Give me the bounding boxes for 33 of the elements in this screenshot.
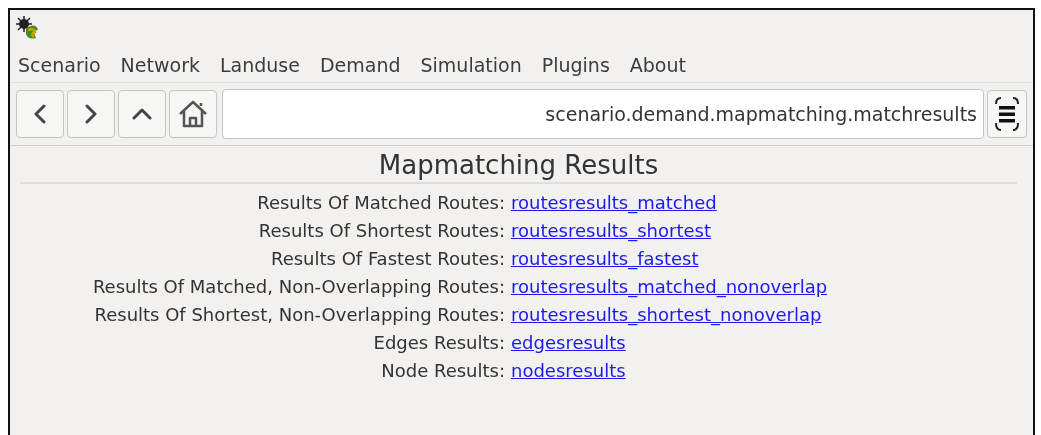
forward-button[interactable] <box>67 90 115 138</box>
result-link[interactable]: edgesresults <box>511 332 626 353</box>
menu-item[interactable]: Landuse <box>219 54 300 76</box>
menu-item[interactable]: Demand <box>319 54 401 76</box>
result-link[interactable]: routesresults_matched_nonoverlap <box>511 276 828 297</box>
address-field[interactable]: scenario.demand.mapmatching.matchresults <box>222 89 984 139</box>
result-link[interactable]: routesresults_shortest <box>511 220 711 241</box>
back-button[interactable] <box>16 90 64 138</box>
result-label: Node Results: <box>380 360 505 381</box>
result-label: Results Of Shortest Routes: <box>257 220 505 241</box>
menu-item[interactable]: Scenario <box>18 54 101 76</box>
result-label: Results Of Matched Routes: <box>256 192 505 213</box>
result-label: Results Of Shortest, Non-Overlapping Routes: <box>93 304 505 325</box>
page-title: Mapmatching Results <box>20 146 1017 184</box>
result-link[interactable]: routesresults_fastest <box>511 248 699 269</box>
forward-icon <box>85 104 97 124</box>
menu-button[interactable] <box>987 90 1027 138</box>
result-label: Results Of Matched, Non-Overlapping Routes: <box>91 276 505 297</box>
menu-item[interactable]: Network <box>120 54 200 76</box>
up-icon <box>132 108 152 120</box>
menu-icon <box>994 95 1020 133</box>
back-icon <box>34 104 46 124</box>
result-link[interactable]: nodesresults <box>511 360 626 381</box>
home-button[interactable] <box>169 90 217 138</box>
menu-item[interactable]: Plugins <box>541 54 610 76</box>
result-link[interactable]: routesresults_shortest_nonoverlap <box>511 304 822 325</box>
result-label: Edges Results: <box>372 332 505 353</box>
menu-item[interactable]: About <box>629 54 686 76</box>
up-button[interactable] <box>118 90 166 138</box>
result-label: Results Of Fastest Routes: <box>269 248 505 269</box>
menu-item[interactable]: Simulation <box>420 54 522 76</box>
home-icon <box>177 99 209 129</box>
result-link[interactable]: routesresults_matched <box>511 192 717 213</box>
